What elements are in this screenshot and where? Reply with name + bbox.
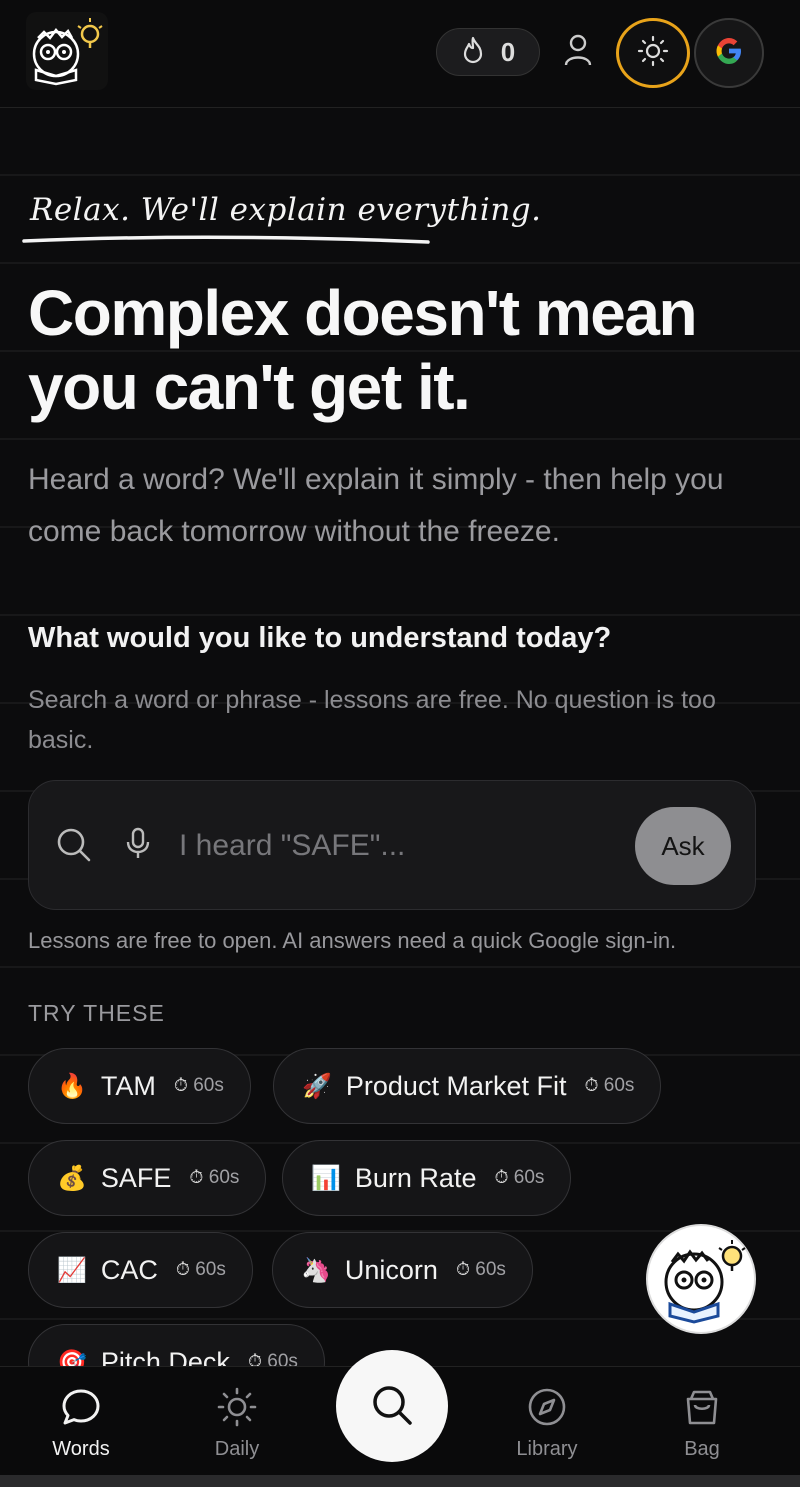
chip-label: SAFE — [100, 1162, 172, 1193]
chip-time: 60s — [475, 1259, 506, 1280]
stopwatch-icon: ⏱ — [189, 1167, 204, 1187]
search-question-heading: What would you like to understand today? — [28, 622, 612, 654]
chip-burn-rate[interactable]: 📊 Burn Rate ⏱ 60s — [282, 1140, 572, 1216]
chip-time: 60s — [208, 1167, 240, 1188]
sun-icon — [217, 1387, 257, 1432]
page-subtitle: Heard a word? We'll explain it simply - … — [28, 463, 724, 548]
nav-item-bag[interactable]: Bag — [647, 1387, 757, 1467]
nav-label: Daily — [214, 1438, 260, 1460]
tagline: Relax. We'll explain everything. — [30, 192, 542, 228]
chip-label: CAC — [100, 1254, 158, 1285]
chip-product-market-fit[interactable]: 🚀 Product Market Fit ⏱ 60s — [273, 1048, 662, 1124]
profile-button[interactable] — [554, 28, 602, 76]
chip-time: 60s — [193, 1075, 224, 1096]
ask-button[interactable]: Ask — [635, 807, 731, 885]
bag-icon — [682, 1387, 722, 1432]
chip-time: 60s — [195, 1259, 226, 1280]
chip-label: Unicorn — [344, 1254, 438, 1285]
microphone-icon[interactable] — [125, 827, 151, 866]
streak-count: 0 — [500, 36, 516, 67]
mascot-assistant-button[interactable] — [646, 1224, 756, 1334]
chip-label: TAM — [100, 1070, 156, 1101]
streak-counter[interactable]: 0 — [436, 28, 540, 76]
stopwatch-icon: ⏱ — [584, 1075, 599, 1095]
top-bar: 0 — [0, 0, 800, 108]
page-title: Complex doesn't mean you can't get it. — [28, 277, 698, 423]
unicorn-emoji-icon: 🦄 — [301, 1256, 331, 1284]
google-sign-in-button[interactable] — [694, 18, 764, 88]
center-search-button[interactable] — [336, 1350, 448, 1462]
stopwatch-icon: ⏱ — [494, 1167, 509, 1187]
chip-time: 60s — [513, 1167, 545, 1188]
chip-label: Product Market Fit — [345, 1070, 567, 1101]
sign-in-note: Lessons are free to open. AI answers nee… — [28, 928, 677, 953]
chip-cac[interactable]: 📈 CAC ⏱ 60s — [28, 1232, 253, 1308]
money-bag-emoji-icon: 💰 — [57, 1164, 87, 1192]
google-icon — [712, 34, 746, 73]
chip-tam[interactable]: 🔥 TAM ⏱ 60s — [28, 1048, 251, 1124]
nav-label: Bag — [684, 1438, 720, 1460]
flame-icon — [461, 36, 485, 69]
rocket-emoji-icon: 🚀 — [302, 1072, 332, 1100]
chat-bubble-icon — [60, 1387, 102, 1432]
search-icon — [370, 1383, 414, 1430]
user-icon — [563, 33, 593, 72]
nav-item-words[interactable]: Words — [26, 1387, 136, 1467]
stopwatch-icon: ⏱ — [173, 1075, 188, 1095]
nav-item-daily[interactable]: Daily — [182, 1387, 292, 1467]
mascot-logo-icon[interactable] — [26, 12, 108, 90]
nav-label: Words — [52, 1438, 110, 1460]
bar-chart-emoji-icon: 📊 — [311, 1164, 341, 1192]
sun-icon — [637, 35, 669, 72]
chart-increasing-emoji-icon: 📈 — [57, 1256, 87, 1284]
nav-item-library[interactable]: Library — [492, 1387, 602, 1467]
search-hint: Search a word or phrase - lessons are fr… — [28, 686, 716, 754]
app-page: 0 Relax. We'll explain everything. Compl… — [0, 0, 800, 1487]
mascot-icon — [664, 1240, 746, 1324]
chip-safe[interactable]: 💰 SAFE ⏱ 60s — [28, 1140, 267, 1216]
search-bar: Ask — [28, 780, 756, 910]
chip-time: 60s — [603, 1075, 635, 1096]
theme-toggle-button[interactable] — [616, 18, 690, 88]
nav-label: Library — [516, 1438, 578, 1460]
chip-label: Burn Rate — [354, 1162, 477, 1193]
bottom-strip — [0, 1475, 800, 1487]
chip-unicorn[interactable]: 🦄 Unicorn ⏱ 60s — [272, 1232, 533, 1308]
stopwatch-icon: ⏱ — [455, 1259, 470, 1279]
search-input[interactable] — [179, 821, 619, 871]
search-icon — [55, 826, 93, 869]
tagline-underline — [22, 235, 430, 244]
flame-emoji-icon: 🔥 — [57, 1072, 87, 1100]
stopwatch-icon: ⏱ — [175, 1259, 190, 1279]
try-these-label: TRY THESE — [28, 1000, 165, 1026]
compass-icon — [527, 1387, 567, 1432]
